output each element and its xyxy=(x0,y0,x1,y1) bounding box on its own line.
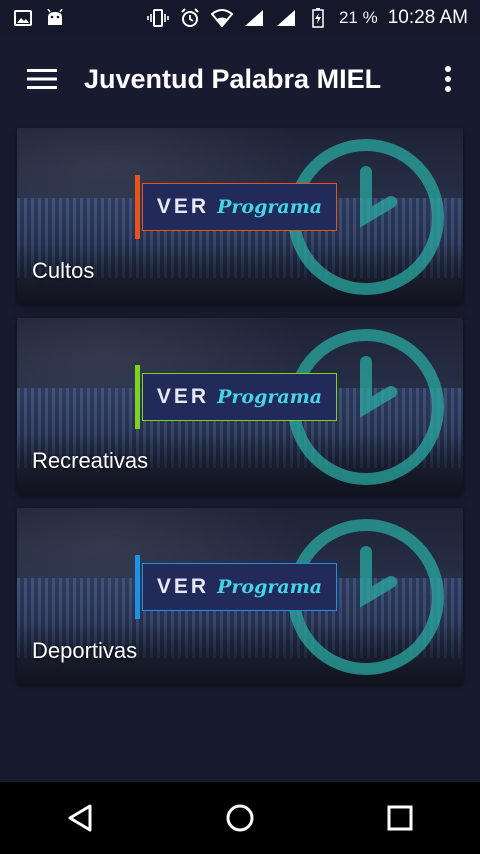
battery-charging-icon xyxy=(307,7,329,29)
wifi-icon xyxy=(210,7,233,29)
alarm-icon xyxy=(179,7,201,29)
nav-bar xyxy=(0,782,480,854)
banner-ver: VER xyxy=(156,195,210,218)
hamburger-menu-icon[interactable] xyxy=(0,36,84,122)
signal-icon-2 xyxy=(275,7,297,29)
android-icon xyxy=(44,7,66,29)
back-icon[interactable] xyxy=(40,782,120,854)
app-bar: Juventud Palabra MIEL xyxy=(0,36,480,122)
image-icon xyxy=(12,7,34,29)
page-title: Juventud Palabra MIEL xyxy=(84,63,382,94)
card-cultos[interactable]: VER Programa Cultos xyxy=(17,128,463,304)
banner-ver: VER xyxy=(156,575,210,598)
banner-accent xyxy=(135,555,140,619)
ver-programa-banner[interactable]: VER Programa xyxy=(135,365,337,429)
banner-programa: Programa xyxy=(217,196,323,218)
ver-programa-banner[interactable]: VER Programa xyxy=(135,555,337,619)
banner-programa: Programa xyxy=(217,386,323,408)
status-bar: 21 % 10:28 AM xyxy=(0,0,480,36)
banner-accent xyxy=(135,365,140,429)
card-label: Deportivas xyxy=(32,638,138,663)
banner-programa: Programa xyxy=(217,576,323,598)
signal-icon xyxy=(243,7,265,29)
recents-icon[interactable] xyxy=(360,782,440,854)
banner-accent xyxy=(135,175,140,239)
ver-programa-banner[interactable]: VER Programa xyxy=(135,175,337,239)
card-recreativas[interactable]: VER Programa Recreativas xyxy=(17,318,463,494)
card-label: Cultos xyxy=(32,258,95,283)
clock-time: 10:28 AM xyxy=(387,7,468,28)
banner-ver: VER xyxy=(156,385,210,408)
vibrate-icon xyxy=(147,7,169,29)
card-deportivas[interactable]: VER Programa Deportivas xyxy=(17,508,463,684)
card-label: Recreativas xyxy=(32,448,149,473)
home-icon[interactable] xyxy=(200,782,280,854)
battery-percent: 21 % xyxy=(338,8,378,27)
more-vert-icon[interactable] xyxy=(416,36,480,122)
